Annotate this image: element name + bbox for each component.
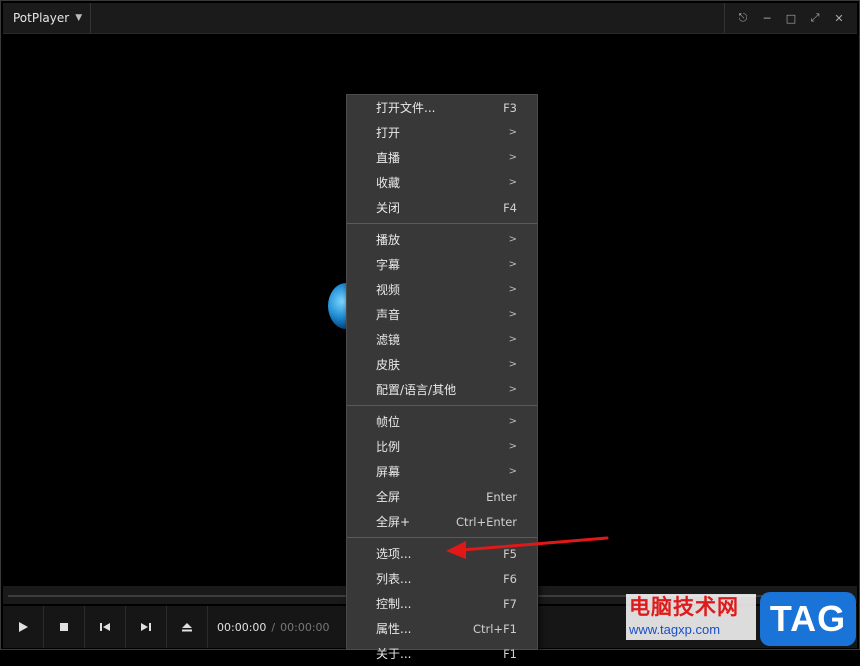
menu-item[interactable]: 控制... F7 [347, 591, 537, 616]
chevron-right-icon: > [508, 359, 517, 370]
context-menu: 打开文件... F3 打开 > 直播 > 收藏 > 关闭 F4 播放 > 字幕 > 视频 > 声音 > 滤镜 > 皮肤 >… [346, 94, 538, 661]
chevron-right-icon: > [508, 284, 517, 295]
chevron-down-icon: ▼ [75, 13, 83, 23]
menu-item-label: 帧位 [376, 415, 401, 429]
total-time: 00:00:00 [280, 620, 330, 634]
next-button[interactable] [126, 606, 167, 648]
eject-icon [182, 623, 192, 632]
menu-item[interactable]: 属性... Ctrl+F1 [347, 616, 537, 641]
menu-item[interactable]: 配置/语言/其他 > [347, 377, 537, 402]
menu-item[interactable]: 屏幕 > [347, 459, 537, 484]
menu-item[interactable]: 皮肤 > [347, 352, 537, 377]
pin-icon[interactable]: ⎋ [731, 3, 755, 33]
menu-item-label: 比例 [376, 440, 401, 454]
watermark-badge: TAG [760, 592, 856, 646]
menu-item[interactable]: 视频 > [347, 277, 537, 302]
menu-item-shortcut: Ctrl+F1 [472, 621, 517, 636]
menu-item-shortcut: F3 [503, 100, 517, 115]
menu-item-label: 字幕 [376, 258, 401, 272]
previous-icon [100, 623, 110, 631]
menu-item-label: 选项... [376, 547, 412, 561]
app-title: PotPlayer [13, 11, 70, 25]
chevron-right-icon: > [508, 152, 517, 163]
menu-item[interactable]: 声音 > [347, 302, 537, 327]
time-separator: / [271, 620, 276, 634]
menu-item-label: 直播 [376, 151, 401, 165]
app-menu-button[interactable]: PotPlayer ▼ [3, 3, 91, 33]
fullscreen-icon[interactable]: ⤢ [803, 3, 827, 33]
play-icon [19, 622, 28, 632]
menu-item-label: 播放 [376, 233, 401, 247]
previous-button[interactable] [85, 606, 126, 648]
chevron-right-icon: > [508, 127, 517, 138]
menu-item[interactable]: 打开文件... F3 [347, 95, 537, 120]
menu-item-shortcut: Enter [486, 489, 517, 504]
chevron-right-icon: > [508, 384, 517, 395]
menu-item-label: 关于... [376, 647, 412, 661]
next-icon [141, 623, 151, 631]
menu-item-shortcut: Ctrl+Enter [456, 514, 517, 529]
chevron-right-icon: > [508, 416, 517, 427]
menu-item-shortcut: F4 [503, 200, 517, 215]
menu-separator [347, 405, 537, 406]
play-button[interactable] [3, 606, 44, 648]
chevron-right-icon: > [508, 466, 517, 477]
menu-item[interactable]: 关闭 F4 [347, 195, 537, 220]
menu-item-shortcut: F7 [503, 596, 517, 611]
time-display: 00:00:00 / 00:00:00 [217, 606, 330, 648]
menu-item-label: 属性... [376, 622, 412, 636]
menu-item[interactable]: 直播 > [347, 145, 537, 170]
menu-item-label: 配置/语言/其他 [376, 383, 457, 397]
menu-item[interactable]: 列表... F6 [347, 566, 537, 591]
menu-item-label: 皮肤 [376, 358, 401, 372]
menu-item[interactable]: 全屏+ Ctrl+Enter [347, 509, 537, 534]
chevron-right-icon: > [508, 441, 517, 452]
chevron-right-icon: > [508, 177, 517, 188]
menu-item[interactable]: 选项... F5 [347, 541, 537, 566]
menu-item[interactable]: 打开 > [347, 120, 537, 145]
menu-item-label: 声音 [376, 308, 401, 322]
menu-item-label: 全屏 [376, 490, 401, 504]
stop-icon [60, 623, 68, 631]
menu-item-label: 收藏 [376, 176, 401, 190]
menu-item-label: 控制... [376, 597, 412, 611]
menu-item[interactable]: 滤镜 > [347, 327, 537, 352]
menu-item[interactable]: 播放 > [347, 227, 537, 252]
menu-item[interactable]: 比例 > [347, 434, 537, 459]
chevron-right-icon: > [508, 309, 517, 320]
menu-item-shortcut: F6 [503, 571, 517, 586]
menu-separator [347, 223, 537, 224]
watermark: 电脑技术网 www.tagxp.com [626, 594, 756, 644]
menu-item-label: 全屏+ [376, 515, 411, 529]
stop-button[interactable] [44, 606, 85, 648]
menu-item-label: 关闭 [376, 201, 401, 215]
divider [724, 3, 725, 33]
menu-item[interactable]: 帧位 > [347, 409, 537, 434]
menu-item-label: 打开文件... [376, 101, 436, 115]
close-icon[interactable]: ✕ [827, 3, 851, 33]
chevron-right-icon: > [508, 234, 517, 245]
minimize-icon[interactable]: ─ [755, 3, 779, 33]
chevron-right-icon: > [508, 259, 517, 270]
watermark-url: www.tagxp.com [626, 620, 756, 640]
menu-item[interactable]: 收藏 > [347, 170, 537, 195]
menu-item-shortcut: F1 [503, 646, 517, 661]
menu-item-label: 滤镜 [376, 333, 401, 347]
menu-item-label: 打开 [376, 126, 401, 140]
menu-separator [347, 537, 537, 538]
menu-item[interactable]: 全屏 Enter [347, 484, 537, 509]
menu-item-label: 屏幕 [376, 465, 401, 479]
current-time: 00:00:00 [217, 620, 267, 634]
menu-item[interactable]: 关于... F1 [347, 641, 537, 666]
menu-item-shortcut: F5 [503, 546, 517, 561]
window-controls: ⎋ ─ □ ⤢ ✕ [724, 3, 851, 33]
eject-button[interactable] [167, 606, 208, 648]
menu-item-label: 列表... [376, 572, 412, 586]
menu-item-label: 视频 [376, 283, 401, 297]
maximize-icon[interactable]: □ [779, 3, 803, 33]
chevron-right-icon: > [508, 334, 517, 345]
title-bar: PotPlayer ▼ ⎋ ─ □ ⤢ ✕ [3, 3, 857, 34]
watermark-title: 电脑技术网 [626, 594, 756, 620]
menu-item[interactable]: 字幕 > [347, 252, 537, 277]
